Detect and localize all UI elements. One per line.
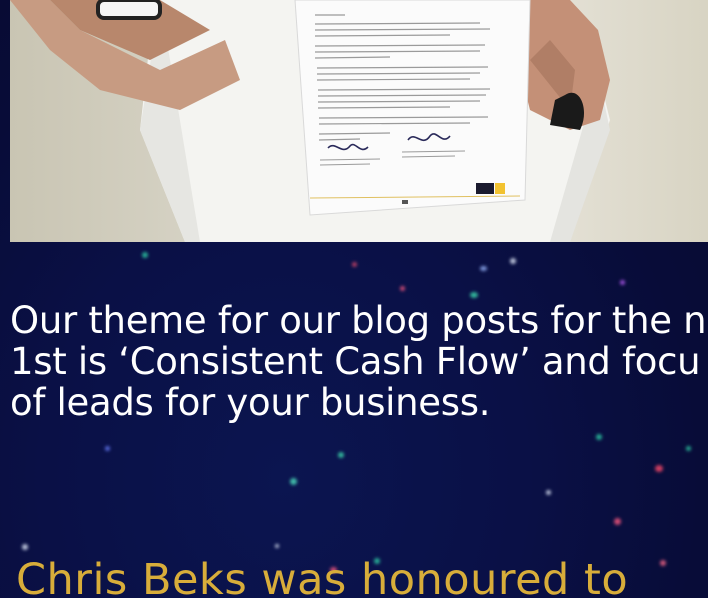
article-intro-line-1: Our theme for our blog posts for the ne: [10, 299, 708, 342]
page: Our theme for our blog posts for the ne …: [0, 0, 708, 598]
person-holding-letter-photo: [10, 0, 708, 242]
article-headline: Chris Beks was honoured to: [16, 555, 629, 598]
article-intro-line-3: of leads for your business.: [10, 381, 491, 424]
article-intro-line-2: 1st is ‘Consistent Cash Flow’ and focu: [10, 340, 701, 383]
article-intro-text: Our theme for our blog posts for the ne …: [10, 300, 708, 423]
